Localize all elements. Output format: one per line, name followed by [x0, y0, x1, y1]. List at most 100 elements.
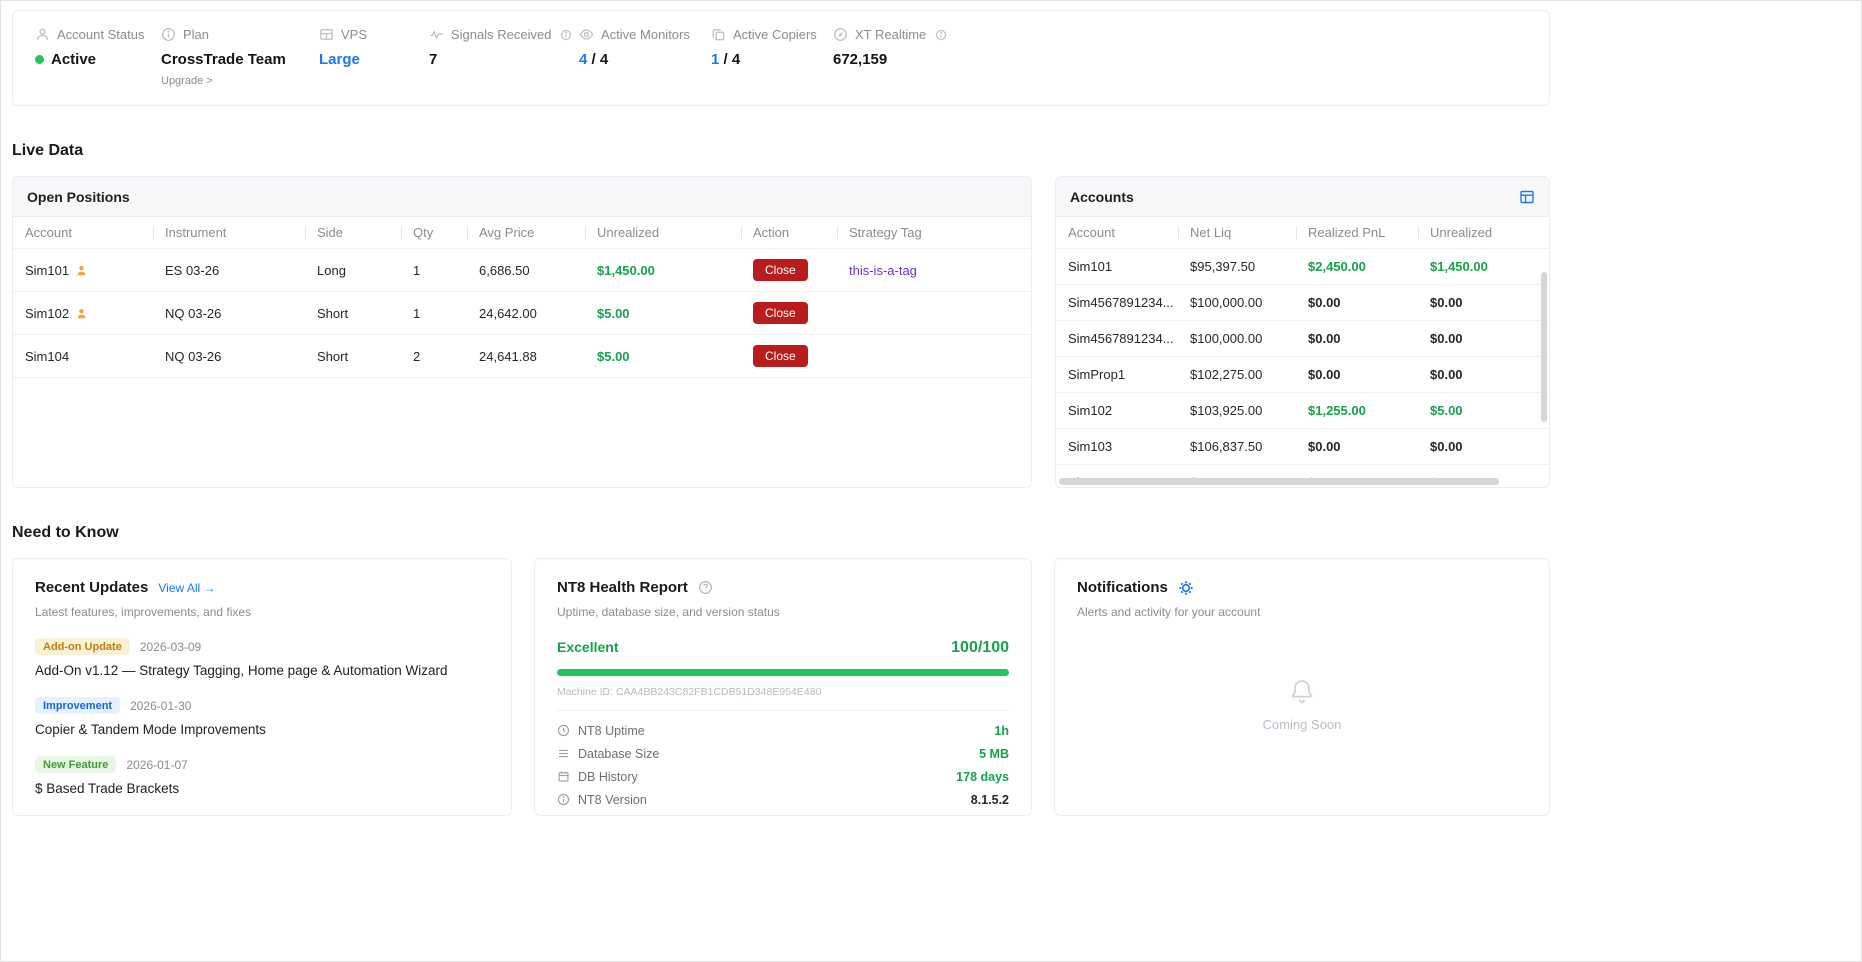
- gear-icon[interactable]: [1178, 580, 1194, 596]
- strategy-tag-link[interactable]: this-is-a-tag: [849, 263, 917, 278]
- health-row-value: 8.1.5.2: [971, 793, 1009, 807]
- account-realized: $0.00: [1296, 429, 1418, 465]
- account-unrealized: $0.00: [1418, 357, 1549, 393]
- account-net-liq: $100,000.00: [1178, 321, 1296, 357]
- account-status-value: Active: [51, 51, 96, 68]
- health-progress-bar: [557, 669, 1009, 676]
- signal-wave-icon: [429, 27, 444, 42]
- update-title: Copier & Tandem Mode Improvements: [35, 722, 489, 737]
- info-circle-icon: [161, 27, 176, 42]
- col-header-realized-pnl: Realized PnL: [1296, 217, 1418, 249]
- account-realized: $2,505.00: [1296, 465, 1418, 480]
- close-position-button[interactable]: Close: [753, 302, 808, 324]
- stat-label-text: Active Copiers: [733, 27, 817, 42]
- account-unrealized: $0.00: [1418, 285, 1549, 321]
- account-row: Sim103 $106,837.50 $0.00 $0.00: [1056, 429, 1549, 465]
- stat-copiers: Active Copiers 1 / 4: [711, 27, 833, 89]
- notifications-subtitle: Alerts and activity for your account: [1077, 605, 1527, 619]
- update-badge: Improvement: [35, 697, 120, 714]
- account-realized: $0.00: [1296, 285, 1418, 321]
- account-row: SimProp1 $102,275.00 $0.00 $0.00: [1056, 357, 1549, 393]
- account-unrealized: $5.00: [1418, 393, 1549, 429]
- accounts-table: Account Net Liq Realized PnL Unrealized …: [1056, 217, 1549, 479]
- compass-icon: [833, 27, 848, 42]
- health-row-version: NT8 Version 8.1.5.2: [557, 788, 1009, 811]
- update-item[interactable]: New Feature 2026-01-07 $ Based Trade Bra…: [35, 756, 489, 796]
- view-all-link[interactable]: View All →: [158, 581, 215, 595]
- strategy-tag-empty: [837, 335, 1031, 378]
- position-row: Sim104 NQ 03-26 Short 2 24,641.88 $5.00 …: [13, 335, 1031, 378]
- position-row: Sim101 ES 03-26 Long 1 6,686.50 $1,450.0…: [13, 249, 1031, 292]
- health-row-label: NT8 Version: [578, 793, 647, 807]
- health-report-title: NT8 Health Report: [557, 579, 688, 596]
- stat-label-text: Plan: [183, 27, 209, 42]
- eye-icon: [579, 27, 594, 42]
- close-position-button[interactable]: Close: [753, 345, 808, 367]
- stat-label-text: Signals Received: [451, 27, 551, 42]
- health-report-card: NT8 Health Report Uptime, database size,…: [534, 558, 1032, 816]
- health-row-uptime: NT8 Uptime 1h: [557, 719, 1009, 742]
- vertical-scrollbar-thumb[interactable]: [1541, 272, 1547, 422]
- health-row-db-history: DB History 178 days: [557, 765, 1009, 788]
- position-side: Short: [305, 335, 401, 378]
- account-name: Sim101: [1056, 249, 1178, 285]
- question-circle-icon[interactable]: [698, 580, 713, 595]
- account-net-liq: $103,925.00: [1178, 393, 1296, 429]
- account-realized: $0.00: [1296, 321, 1418, 357]
- table-view-icon[interactable]: [1519, 189, 1535, 205]
- copiers-total: / 4: [719, 51, 740, 68]
- account-row: Sim4567891234... $100,000.00 $0.00 $0.00: [1056, 285, 1549, 321]
- account-name: Sim102: [1056, 393, 1178, 429]
- plan-value: CrossTrade Team: [161, 51, 286, 68]
- upgrade-link[interactable]: Upgrade >: [161, 75, 319, 87]
- health-row-value: 5 MB: [979, 747, 1009, 761]
- account-unrealized: $0.00: [1418, 429, 1549, 465]
- horizontal-scrollbar-thumb[interactable]: [1059, 478, 1499, 485]
- stat-label-text: VPS: [341, 27, 367, 42]
- account-row: Sim101 $95,397.50 $2,450.00 $1,450.00: [1056, 249, 1549, 285]
- stat-label-text: Account Status: [57, 27, 144, 42]
- strategy-tag-empty: [837, 292, 1031, 335]
- health-row-value: 1h: [994, 724, 1009, 738]
- account-name: Sim104: [1056, 465, 1178, 480]
- monitors-active-count[interactable]: 4: [579, 51, 587, 68]
- signals-value: 7: [429, 51, 437, 68]
- position-unrealized: $1,450.00: [585, 249, 741, 292]
- account-unrealized: $0.00: [1418, 321, 1549, 357]
- section-title-live-data: Live Data: [12, 142, 1550, 160]
- machine-id: Machine ID: CAA4BB243C82FB1CDB51D348E954…: [557, 686, 1009, 698]
- status-dot: [35, 55, 44, 64]
- recent-updates-title: Recent Updates: [35, 579, 148, 596]
- copiers-active-count[interactable]: 1: [711, 51, 719, 68]
- database-icon: [557, 747, 570, 760]
- funded-badge-icon: [75, 307, 88, 320]
- close-position-button[interactable]: Close: [753, 259, 808, 281]
- accounts-table-scroll[interactable]: Account Net Liq Realized PnL Unrealized …: [1056, 217, 1549, 479]
- col-header-action: Action: [741, 217, 837, 249]
- info-icon[interactable]: [560, 29, 572, 41]
- account-unrealized: $1,450.00: [1418, 249, 1549, 285]
- update-item[interactable]: Add-on Update 2026-03-09 Add-On v1.12 — …: [35, 638, 489, 678]
- position-qty: 2: [401, 335, 467, 378]
- vps-value-link[interactable]: Large: [319, 51, 360, 68]
- position-instrument: NQ 03-26: [153, 335, 305, 378]
- accounts-card: Accounts Account Net Liq Realized PnL Un…: [1055, 176, 1550, 488]
- coming-soon-text: Coming Soon: [1263, 717, 1342, 732]
- position-side: Long: [305, 249, 401, 292]
- calendar-icon: [557, 770, 570, 783]
- recent-updates-card: Recent Updates View All → Latest feature…: [12, 558, 512, 816]
- info-icon[interactable]: [935, 29, 947, 41]
- update-item[interactable]: Improvement 2026-01-30 Copier & Tandem M…: [35, 697, 489, 737]
- stat-vps: VPS Large: [319, 27, 429, 89]
- health-status: Excellent: [557, 639, 618, 655]
- update-date: 2026-01-07: [126, 758, 187, 772]
- stat-label-text: Active Monitors: [601, 27, 690, 42]
- account-net-liq: $106,837.50: [1178, 429, 1296, 465]
- position-qty: 1: [401, 249, 467, 292]
- stat-realtime: XT Realtime 672,159: [833, 27, 947, 89]
- health-row-db-size: Database Size 5 MB: [557, 742, 1009, 765]
- recent-updates-subtitle: Latest features, improvements, and fixes: [35, 605, 489, 619]
- dashboard-page: Account Status Active Plan CrossTrade Te…: [0, 0, 1550, 816]
- funded-badge-icon: [75, 264, 88, 277]
- health-report-subtitle: Uptime, database size, and version statu…: [557, 605, 1009, 619]
